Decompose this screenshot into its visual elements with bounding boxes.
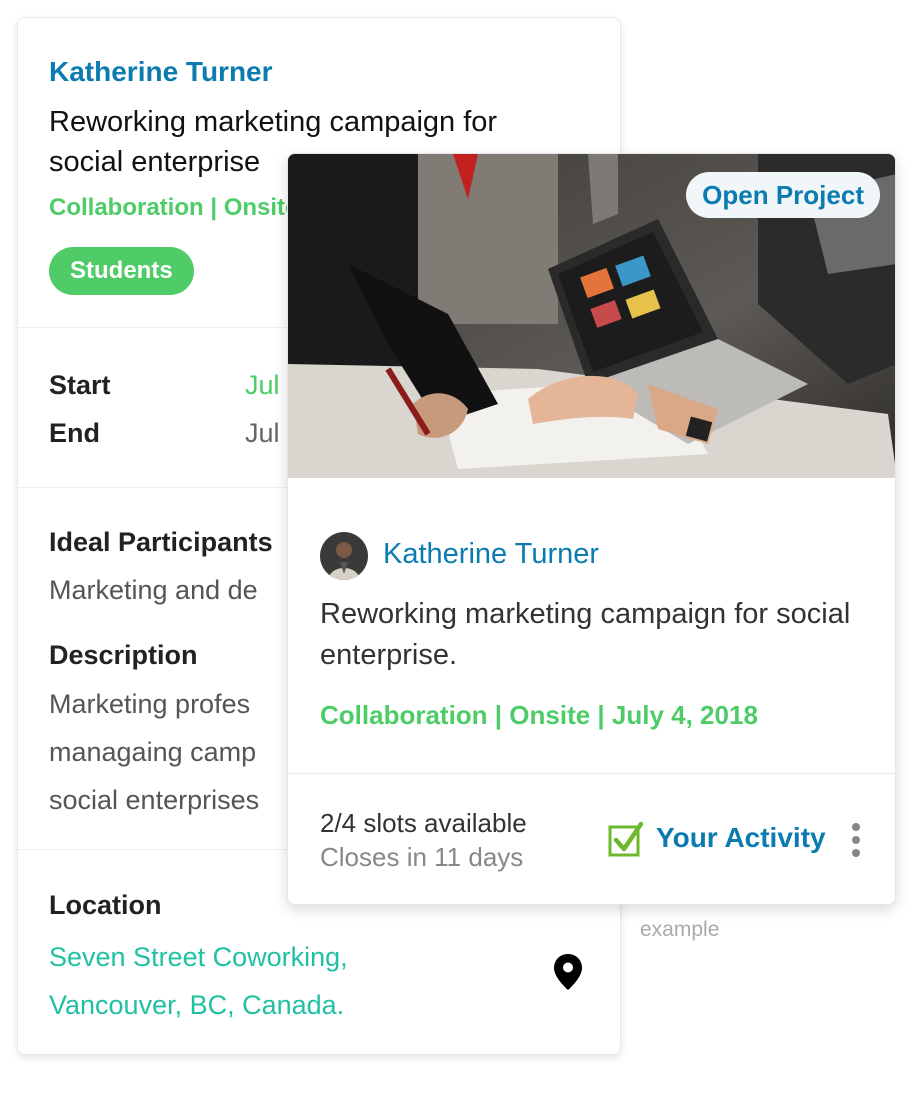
audience-badge: Students: [49, 247, 194, 295]
owner-name[interactable]: Katherine Turner: [49, 56, 273, 88]
description-line: Marketing profes: [49, 689, 251, 719]
location-label: Location: [49, 890, 162, 920]
checkbox-checked-icon[interactable]: [608, 821, 644, 857]
start-label: Start: [49, 370, 111, 400]
project-tags: Collaboration | Onsite: [49, 194, 299, 221]
project-title: Reworking marketing campaign for social …: [320, 598, 851, 671]
participants-label: Ideal Participants: [49, 527, 273, 557]
location-line: Vancouver, BC, Canada.: [49, 990, 345, 1020]
project-tags: Collaboration | Onsite | July 4, 2018: [320, 700, 758, 730]
open-project-badge[interactable]: Open Project: [686, 172, 880, 218]
description-line: managaing camp: [49, 737, 257, 767]
owner-name[interactable]: Katherine Turner: [383, 538, 599, 571]
description-line: social enterprises: [49, 785, 260, 815]
more-vertical-icon[interactable]: [851, 822, 861, 858]
location-line: Seven Street Coworking,: [49, 942, 348, 972]
project-preview-card[interactable]: Open Project Katherine Turner Reworking …: [287, 153, 896, 905]
your-activity-link[interactable]: Your Activity: [656, 822, 826, 854]
start-value: Jul: [245, 370, 280, 400]
slots-available: 2/4 slots available: [320, 808, 527, 838]
example-caption: example: [640, 918, 720, 941]
divider: [288, 773, 895, 774]
location-pin-icon[interactable]: [553, 953, 583, 991]
end-label: End: [49, 418, 100, 448]
description-label: Description: [49, 640, 198, 670]
avatar[interactable]: [320, 532, 368, 580]
location-address[interactable]: Seven Street Coworking, Vancouver, BC, C…: [49, 933, 348, 1029]
end-value: Jul: [245, 418, 280, 448]
closing-time: Closes in 11 days: [320, 842, 524, 872]
participants-value: Marketing and de: [49, 575, 258, 605]
